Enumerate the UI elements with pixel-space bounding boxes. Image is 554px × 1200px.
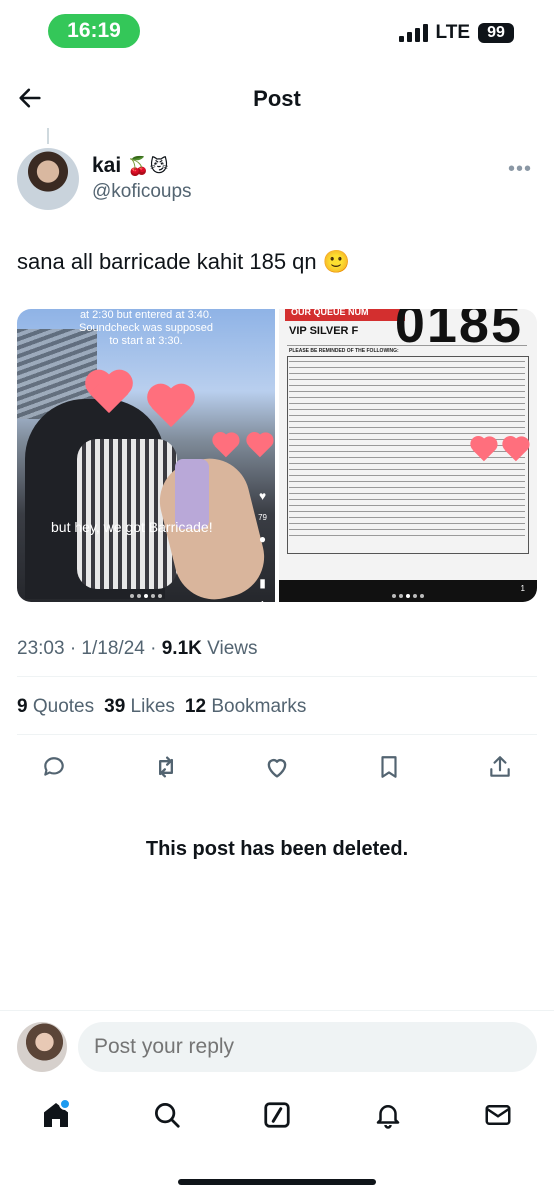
page-title: Post xyxy=(253,86,301,111)
bookmarks-count: 12 xyxy=(184,696,207,717)
bookmark-icon xyxy=(380,756,397,778)
repost-icon xyxy=(158,756,173,778)
quotes-count: 9 xyxy=(17,696,28,717)
share-button[interactable] xyxy=(484,751,516,783)
repost-button[interactable] xyxy=(150,751,182,783)
bell-icon xyxy=(376,1105,399,1129)
likes-label: Likes xyxy=(130,696,175,717)
bookmarks-stat[interactable]: 12 Bookmarks xyxy=(185,696,306,718)
heart-sticker xyxy=(245,433,275,463)
heart-sticker xyxy=(83,371,135,423)
status-time: 16:19 xyxy=(48,14,140,48)
heart-sticker xyxy=(501,437,531,467)
thread-line xyxy=(47,128,49,144)
heart-icon: ♥ xyxy=(258,489,267,503)
likes-stat[interactable]: 39 Likes xyxy=(104,696,175,718)
tab-grok[interactable] xyxy=(259,1097,295,1133)
bookmark-button[interactable] xyxy=(373,751,405,783)
tab-notifications[interactable] xyxy=(370,1097,406,1133)
carousel-dots xyxy=(17,594,275,598)
author-handle[interactable]: @koficoups xyxy=(92,181,192,203)
image1-likes: 79 xyxy=(258,513,267,522)
media-image-1[interactable]: at 2:30 but entered at 3:40. Soundcheck … xyxy=(17,309,275,602)
heart-icon xyxy=(267,759,287,778)
media-image-2[interactable]: OUR QUEUE NUM 0185 VIP SILVER F PLEASE B… xyxy=(279,309,537,602)
tab-search[interactable] xyxy=(149,1097,185,1133)
home-indicator xyxy=(178,1179,376,1185)
post-timestamp: 23:03 · 1/18/24 · xyxy=(17,638,162,659)
deleted-notice: This post has been deleted. xyxy=(145,838,409,860)
heart-sticker xyxy=(469,437,499,467)
more-horizontal-icon: ••• xyxy=(507,158,532,180)
image2-divider xyxy=(287,345,527,346)
post-text: sana all barricade kahit 185 qn 🙂 xyxy=(17,249,351,274)
notification-dot xyxy=(59,1098,71,1110)
status-icons: LTE 99 xyxy=(398,22,514,44)
carousel-dots xyxy=(279,594,537,598)
reply-input[interactable] xyxy=(78,1022,537,1072)
image2-number: 0185 xyxy=(394,309,523,354)
image1-side-icons: ♥ 79 ● ▮ 1 xyxy=(258,489,267,602)
image2-footer-bar: 1 xyxy=(279,580,537,602)
views-count: 9.1K xyxy=(161,638,202,659)
author-name[interactable]: kai 🍒😼 xyxy=(92,154,168,178)
image2-index: 1 xyxy=(520,584,525,593)
views-label: Views xyxy=(201,638,258,659)
heart-sticker xyxy=(145,385,197,437)
quotes-label: Quotes xyxy=(32,696,95,717)
author-name-text: kai xyxy=(92,154,122,177)
more-button[interactable]: ••• xyxy=(508,158,532,181)
image2-header: OUR QUEUE NUM xyxy=(291,309,369,317)
bookmarks-label: Bookmarks xyxy=(211,696,307,717)
divider xyxy=(0,1010,554,1011)
likes-count: 39 xyxy=(104,696,126,717)
signal-icon xyxy=(398,24,428,42)
search-icon xyxy=(154,1103,180,1128)
like-button[interactable] xyxy=(261,751,293,783)
grok-icon xyxy=(264,1102,290,1128)
image1-caption: but hey, we got Barricade! xyxy=(51,519,213,535)
tab-messages[interactable] xyxy=(480,1097,516,1133)
image1-index: 1 xyxy=(260,600,264,602)
divider xyxy=(17,676,537,677)
bottom-tab-bar xyxy=(38,1097,516,1133)
network-type: LTE xyxy=(435,22,470,43)
bookmark-icon: ▮ xyxy=(259,576,266,590)
tab-home[interactable] xyxy=(38,1097,74,1133)
reply-button[interactable] xyxy=(38,751,70,783)
share-icon xyxy=(490,756,510,777)
image2-label: VIP SILVER F xyxy=(289,325,359,337)
comment-icon: ● xyxy=(258,532,267,546)
user-avatar[interactable] xyxy=(17,1022,67,1072)
image2-subtitle: PLEASE BE REMINDED OF THE FOLLOWING: xyxy=(289,348,399,354)
author-emojis: 🍒😼 xyxy=(127,155,169,176)
comment-icon xyxy=(44,757,64,776)
author-avatar[interactable] xyxy=(17,148,79,210)
divider xyxy=(17,734,537,735)
heart-sticker xyxy=(211,433,241,463)
post-actions xyxy=(38,751,516,783)
quotes-stat[interactable]: 9 Quotes xyxy=(17,696,94,718)
post-media[interactable]: at 2:30 but entered at 3:40. Soundcheck … xyxy=(17,309,537,602)
image1-top-text: at 2:30 but entered at 3:40. Soundcheck … xyxy=(79,309,213,347)
battery-icon: 99 xyxy=(478,23,514,43)
post-stats: 9 Quotes 39 Likes 12 Bookmarks xyxy=(17,696,306,718)
post-meta: 23:03 · 1/18/24 · 9.1K Views xyxy=(17,638,257,660)
envelope-icon xyxy=(485,1105,511,1125)
